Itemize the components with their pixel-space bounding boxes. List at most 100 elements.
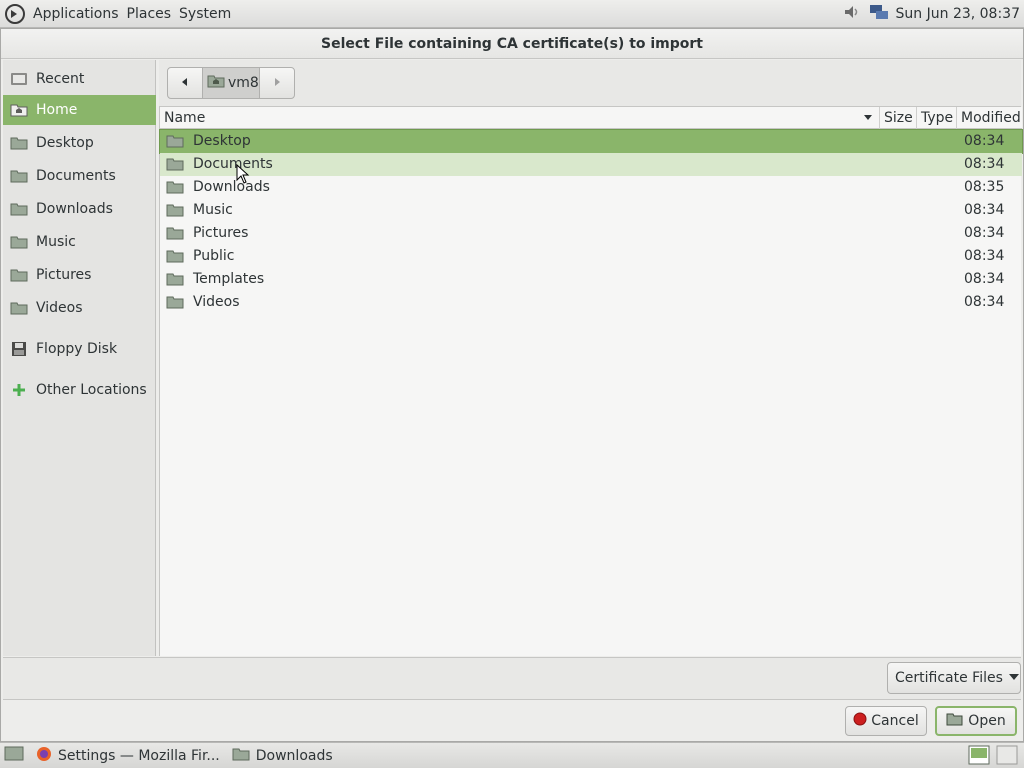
file-name: Documents [193,156,273,172]
file-name: Videos [193,294,240,310]
dialog-title: Select File containing CA certificate(s)… [320,35,703,52]
sidebar-item-music[interactable]: Music [3,227,156,257]
menu-applications[interactable]: Applications [29,0,123,28]
sidebar-item-other-locations[interactable]: Other Locations [3,375,156,405]
file-row-music[interactable]: Music 08:34 [160,199,1022,222]
file-modified: 08:34 [964,156,1005,172]
folder-icon [166,225,184,245]
file-modified: 08:34 [964,133,1005,149]
sidebar-item-downloads[interactable]: Downloads [3,194,156,224]
sidebar-item-label: Floppy Disk [36,341,118,357]
path-home-button[interactable]: vm8 [202,68,260,98]
main-menu: Applications Places System [29,0,235,28]
chevron-left-icon [180,75,190,91]
sidebar-item-label: Pictures [36,267,92,283]
system-tray: Sun Jun 23, 08:37 [842,0,1020,28]
recent-icon [10,71,28,87]
task-label: Downloads [255,747,333,764]
sidebar-item-label: Downloads [36,201,113,217]
file-row-videos[interactable]: Videos 08:34 [160,291,1022,314]
volume-icon[interactable] [842,2,862,26]
path-back-button[interactable] [168,68,202,98]
file-type-filter-combo[interactable]: Certificate Files [887,662,1021,694]
cancel-icon [853,712,867,730]
workspace-2-icon[interactable] [996,745,1018,768]
dialog-titlebar[interactable]: Select File containing CA certificate(s)… [1,29,1023,59]
folder-icon [10,300,28,316]
open-label: Open [968,713,1006,729]
folder-icon [10,135,28,151]
folder-icon [166,248,184,268]
home-icon [10,102,28,118]
file-modified: 08:34 [964,294,1005,310]
folder-icon [166,271,184,291]
file-row-public[interactable]: Public 08:34 [160,245,1022,268]
file-chooser-dialog: Select File containing CA certificate(s)… [0,28,1024,742]
show-desktop-icon[interactable] [4,745,24,767]
task-firefox-settings[interactable]: Settings — Mozilla Fir... [30,744,226,768]
column-header-type[interactable]: Type [917,107,957,129]
task-label: Settings — Mozilla Fir... [58,747,220,764]
sidebar-item-label: Recent [36,71,85,87]
action-bar: Cancel Open [3,699,1021,741]
folder-icon [166,202,184,222]
file-name: Downloads [193,179,270,195]
folder-icon [10,201,28,217]
file-name: Pictures [193,225,249,241]
cancel-button[interactable]: Cancel [845,706,927,736]
column-header-size[interactable]: Size [880,107,917,129]
open-button[interactable]: Open [935,706,1017,736]
clock[interactable]: Sun Jun 23, 08:37 [896,6,1020,22]
sidebar-item-floppy-disk[interactable]: Floppy Disk [3,334,156,364]
menu-places[interactable]: Places [123,0,176,28]
path-home-label: vm8 [228,75,259,91]
sidebar-item-pictures[interactable]: Pictures [3,260,156,290]
menu-system[interactable]: System [175,0,235,28]
folder-icon [166,294,184,314]
column-header-name[interactable]: Name [160,107,880,129]
column-name-label: Name [164,110,206,126]
folder-icon [10,168,28,184]
sidebar-item-label: Documents [36,168,116,184]
filter-bar: Certificate Files [3,657,1021,699]
sidebar-item-home[interactable]: Home [3,95,156,125]
folder-icon [166,156,184,176]
file-name: Public [193,248,235,264]
sidebar-item-label: Other Locations [36,382,147,398]
file-row-templates[interactable]: Templates 08:34 [160,268,1022,291]
file-modified: 08:34 [964,225,1005,241]
folder-icon [232,746,250,766]
sidebar-item-desktop[interactable]: Desktop [3,128,156,158]
path-bar: vm8 [159,60,1021,106]
column-header-modified[interactable]: Modified [957,107,1022,129]
network-icon[interactable] [868,2,890,26]
folder-icon [166,133,184,153]
sidebar-item-documents[interactable]: Documents [3,161,156,191]
path-forward-button[interactable] [260,68,294,98]
folder-icon [166,179,184,199]
workspace-1-icon[interactable] [968,745,990,768]
task-downloads[interactable]: Downloads [226,744,339,768]
cancel-label: Cancel [871,713,919,729]
plus-icon [10,382,28,398]
file-list-header: Name Size Type Modified [160,107,1022,129]
taskbar-tray [968,745,1018,768]
chevron-down-icon [1008,673,1019,684]
sidebar-item-videos[interactable]: Videos [3,293,156,323]
file-modified: 08:34 [964,271,1005,287]
sidebar-item-recent[interactable]: Recent [3,64,156,94]
floppy-icon [10,341,28,357]
file-list: Name Size Type Modified Desktop 08:34 Do… [159,106,1023,656]
file-name: Music [193,202,233,218]
file-row-desktop[interactable]: Desktop 08:34 [159,129,1023,154]
path-button-group: vm8 [167,67,295,99]
file-row-documents[interactable]: Documents 08:34 [160,153,1022,176]
places-sidebar: Recent Home Desktop Documents Downloads … [3,60,156,656]
sidebar-item-label: Desktop [36,135,94,151]
file-name: Desktop [193,133,251,149]
file-row-downloads[interactable]: Downloads 08:35 [160,176,1022,199]
file-row-pictures[interactable]: Pictures 08:34 [160,222,1022,245]
distro-logo-icon[interactable] [4,3,26,25]
sort-down-icon [863,107,873,129]
open-folder-icon [946,712,964,730]
